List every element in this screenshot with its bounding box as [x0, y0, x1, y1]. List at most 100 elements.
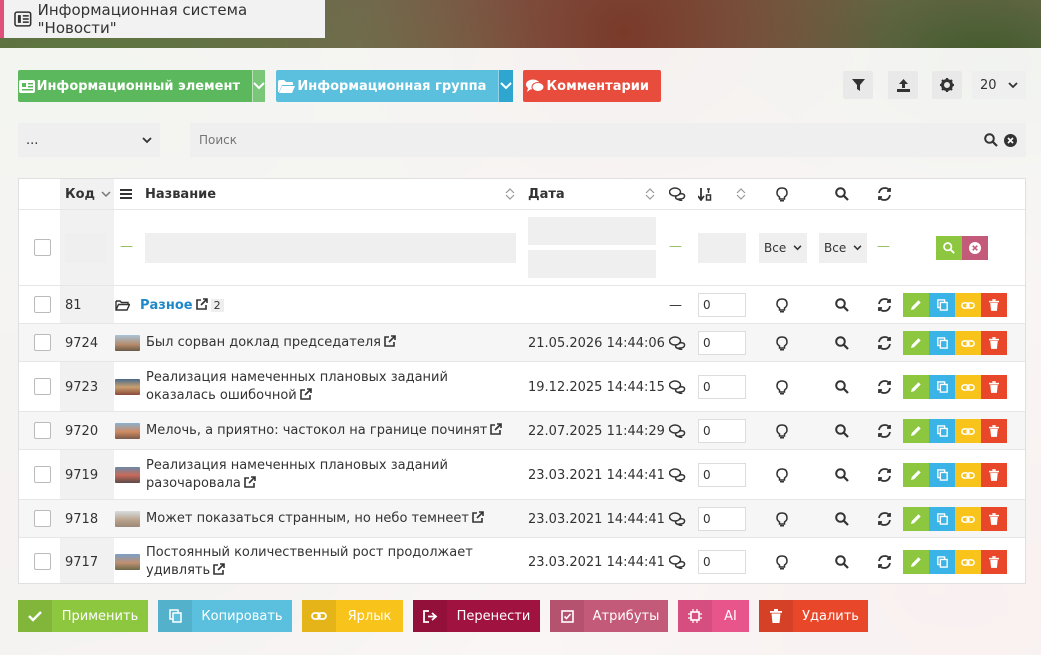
- table-row[interactable]: 81 Разное 2 — 0: [19, 285, 1025, 323]
- lightbulb-icon[interactable]: [776, 324, 788, 362]
- sorting-input[interactable]: 0: [698, 463, 746, 487]
- sort-icon[interactable]: [645, 179, 655, 209]
- external-link-icon[interactable]: [487, 423, 503, 438]
- edit-button[interactable]: [903, 507, 929, 531]
- shortcut-item-button[interactable]: [955, 293, 981, 317]
- sorting-filter-input[interactable]: [698, 233, 746, 263]
- search-input[interactable]: [199, 133, 984, 147]
- item-title[interactable]: Был сорван доклад председателя: [146, 334, 396, 352]
- lightbulb-icon[interactable]: [776, 500, 788, 538]
- lightbulb-icon[interactable]: [776, 412, 788, 450]
- item-title[interactable]: Может показаться странным, но небо темне…: [146, 510, 484, 528]
- chevron-down-icon[interactable]: [498, 70, 513, 102]
- copy-item-button[interactable]: [929, 331, 955, 355]
- external-link-icon[interactable]: [193, 297, 208, 313]
- add-info-group-button[interactable]: Информационная группа: [276, 70, 513, 102]
- date-to-filter[interactable]: [528, 250, 656, 278]
- shortcut-item-button[interactable]: [955, 331, 981, 355]
- ai-button[interactable]: AI: [678, 600, 749, 632]
- indexed-filter-select[interactable]: Все: [819, 233, 867, 263]
- comments-icon[interactable]: [669, 324, 686, 362]
- group-select[interactable]: ...: [18, 123, 160, 157]
- sorting-input[interactable]: 0: [698, 331, 746, 355]
- search-icon[interactable]: [835, 500, 849, 538]
- reset-filter-button[interactable]: [962, 236, 988, 260]
- row-checkbox[interactable]: [34, 296, 51, 313]
- external-link-icon[interactable]: [210, 563, 225, 578]
- comments-icon[interactable]: [669, 412, 686, 450]
- refresh-icon[interactable]: [877, 324, 892, 362]
- shortcut-button[interactable]: Ярлык: [302, 600, 403, 632]
- refresh-icon[interactable]: [877, 286, 892, 324]
- shortcut-item-button[interactable]: [955, 419, 981, 443]
- add-info-element-button[interactable]: Информационный элемент: [18, 70, 265, 102]
- delete-item-button[interactable]: [981, 463, 1007, 487]
- edit-button[interactable]: [903, 293, 929, 317]
- item-title[interactable]: Реализация намеченных плановых заданий о…: [146, 369, 506, 405]
- copy-item-button[interactable]: [929, 507, 955, 531]
- table-row[interactable]: 9719 Реализация намеченных плановых зада…: [19, 449, 1025, 499]
- row-checkbox[interactable]: [34, 466, 51, 483]
- table-row[interactable]: 9718 Может показаться странным, но небо …: [19, 499, 1025, 537]
- lightbulb-icon[interactable]: [776, 286, 788, 324]
- name-filter-input[interactable]: [145, 233, 516, 263]
- code-filter-input[interactable]: [65, 233, 107, 263]
- sort-icon[interactable]: [736, 179, 746, 209]
- refresh-icon[interactable]: [877, 500, 892, 538]
- select-all-checkbox[interactable]: [34, 239, 51, 256]
- sorting-input[interactable]: 0: [698, 375, 746, 399]
- search-icon[interactable]: [984, 133, 998, 147]
- clear-icon[interactable]: [1004, 133, 1017, 147]
- copy-item-button[interactable]: [929, 550, 955, 574]
- page-size-select[interactable]: 20: [972, 71, 1026, 99]
- shortcut-item-button[interactable]: [955, 550, 981, 574]
- attributes-button[interactable]: Атрибуты: [550, 600, 668, 632]
- table-row[interactable]: 9724 Был сорван доклад председателя 21.0…: [19, 323, 1025, 361]
- apply-button[interactable]: Применить: [18, 600, 148, 632]
- chevron-down-icon[interactable]: [252, 70, 265, 102]
- table-row[interactable]: 9723 Реализация намеченных плановых зада…: [19, 361, 1025, 411]
- row-checkbox[interactable]: [34, 553, 51, 570]
- row-checkbox[interactable]: [34, 334, 51, 351]
- sorting-input[interactable]: 0: [698, 419, 746, 443]
- row-checkbox[interactable]: [34, 378, 51, 395]
- external-link-icon[interactable]: [381, 335, 396, 350]
- sorting-input[interactable]: 0: [698, 550, 746, 574]
- comments-button[interactable]: Комментарии: [523, 70, 661, 102]
- external-link-icon[interactable]: [469, 511, 484, 526]
- row-checkbox[interactable]: [34, 422, 51, 439]
- search-icon[interactable]: [835, 538, 849, 586]
- edit-button[interactable]: [903, 550, 929, 574]
- filter-button[interactable]: [843, 71, 873, 99]
- search-icon[interactable]: [835, 412, 849, 450]
- settings-button[interactable]: [932, 71, 962, 99]
- shortcut-item-button[interactable]: [955, 507, 981, 531]
- shortcut-item-button[interactable]: [955, 375, 981, 399]
- delete-button[interactable]: Удалить: [759, 600, 868, 632]
- search-icon[interactable]: [835, 362, 849, 412]
- sort-numeric-icon[interactable]: [698, 179, 712, 209]
- edit-button[interactable]: [903, 419, 929, 443]
- move-button[interactable]: Перенести: [413, 600, 540, 632]
- copy-item-button[interactable]: [929, 463, 955, 487]
- table-row[interactable]: 9720 Мелочь, а приятно: частокол на гран…: [19, 411, 1025, 449]
- menu-icon[interactable]: [120, 179, 132, 209]
- lightbulb-icon[interactable]: [776, 362, 788, 412]
- delete-item-button[interactable]: [981, 419, 1007, 443]
- copy-button[interactable]: Копировать: [158, 600, 292, 632]
- apply-filter-button[interactable]: [936, 236, 962, 260]
- active-filter-select[interactable]: Все: [759, 233, 807, 263]
- comments-icon[interactable]: [669, 362, 686, 412]
- comments-icon[interactable]: [669, 450, 686, 500]
- row-checkbox[interactable]: [34, 510, 51, 527]
- edit-button[interactable]: [903, 331, 929, 355]
- lightbulb-icon[interactable]: [776, 450, 788, 500]
- item-title[interactable]: Реализация намеченных плановых заданий р…: [146, 457, 506, 493]
- header-name[interactable]: Название: [145, 179, 216, 209]
- external-link-icon[interactable]: [241, 476, 256, 491]
- item-title[interactable]: Постоянный количественный рост продолжае…: [146, 544, 506, 580]
- copy-item-button[interactable]: [929, 419, 955, 443]
- copy-item-button[interactable]: [929, 293, 955, 317]
- table-row[interactable]: 9717 Постоянный количественный рост прод…: [19, 537, 1025, 585]
- comments-icon[interactable]: [669, 538, 686, 586]
